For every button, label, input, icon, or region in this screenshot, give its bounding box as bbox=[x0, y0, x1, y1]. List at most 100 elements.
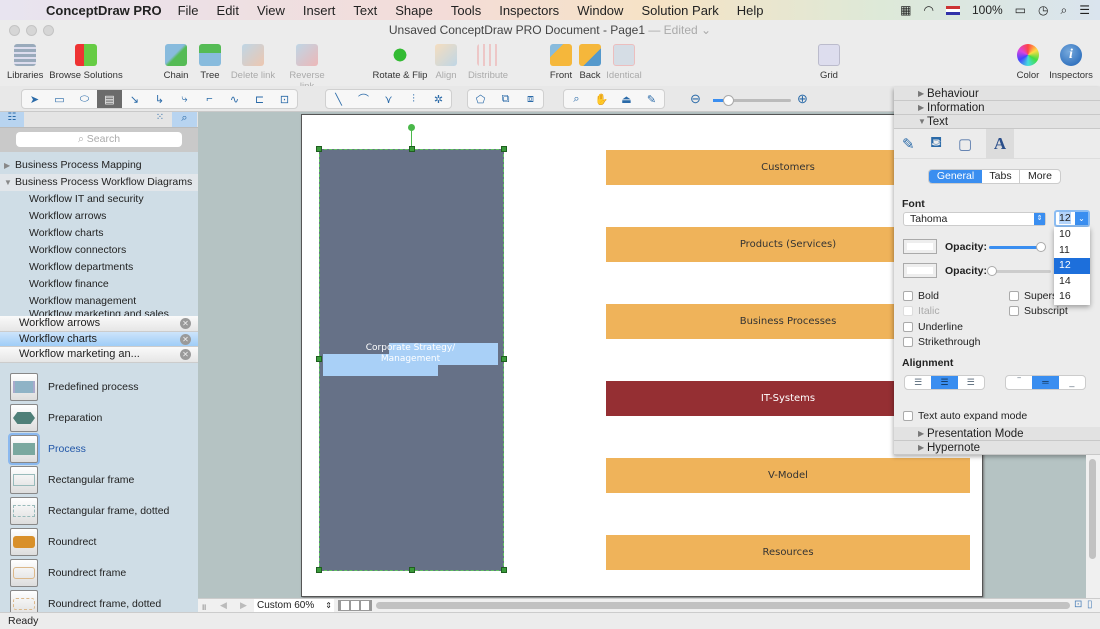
subscript-checkbox[interactable]: Subscript bbox=[1009, 305, 1068, 317]
actual-size-icon[interactable]: ▯ bbox=[1087, 599, 1093, 610]
close-library-icon[interactable]: ✕ bbox=[180, 349, 191, 360]
battery-icon[interactable]: ▭ bbox=[1015, 3, 1026, 17]
menu-help[interactable]: Help bbox=[737, 3, 764, 18]
text-style-icon[interactable]: A bbox=[986, 128, 1014, 159]
font-family-select[interactable]: Tahoma ⇕ bbox=[903, 212, 1046, 226]
resize-handle-e[interactable] bbox=[501, 356, 507, 362]
open-library-workflow-charts[interactable]: Workflow charts ✕ bbox=[0, 331, 198, 347]
clock-icon[interactable]: ◷ bbox=[1038, 3, 1048, 17]
wifi-icon[interactable]: ◠ bbox=[923, 3, 933, 17]
close-library-icon[interactable]: ✕ bbox=[180, 333, 191, 345]
tree-item-workflow-charts[interactable]: Workflow charts bbox=[0, 225, 198, 242]
prev-page-icon[interactable]: ◀ bbox=[220, 600, 227, 611]
page-view-buttons[interactable] bbox=[338, 600, 372, 611]
shape-predefined-process[interactable]: Predefined process bbox=[0, 372, 198, 403]
hand-tool-icon[interactable]: ✋ bbox=[589, 90, 614, 108]
align-middle-icon[interactable]: ═ bbox=[1032, 376, 1059, 389]
stepper-icon[interactable]: ⇕ bbox=[325, 599, 332, 612]
section-text[interactable]: ▼ Text bbox=[894, 115, 1100, 129]
collapse-arrow-icon[interactable]: ▼ bbox=[4, 174, 12, 191]
align-bottom-icon[interactable]: _ bbox=[1059, 376, 1085, 389]
distribute-button[interactable]: Distribute bbox=[466, 44, 510, 81]
browse-solutions-button[interactable]: Browse Solutions bbox=[48, 44, 124, 81]
underline-checkbox[interactable]: Underline bbox=[903, 321, 963, 333]
chevron-down-icon[interactable]: ⌄ bbox=[701, 23, 711, 37]
align-center-icon[interactable]: ☰ bbox=[931, 376, 958, 389]
background-opacity-slider[interactable] bbox=[987, 266, 1051, 276]
line-style-icon[interactable]: ✎ bbox=[902, 135, 924, 153]
align-left-icon[interactable]: ☰ bbox=[905, 376, 931, 389]
menu-edit[interactable]: Edit bbox=[217, 3, 239, 18]
superscript-checkbox[interactable]: Supers bbox=[1009, 290, 1057, 302]
section-hypernote[interactable]: ▶ Hypernote bbox=[894, 441, 1100, 455]
menu-solution-park[interactable]: Solution Park bbox=[641, 3, 718, 18]
library-search-input[interactable]: ⌕ Search bbox=[16, 132, 182, 147]
shape-rectangular-frame[interactable]: Rectangular frame bbox=[0, 465, 198, 496]
zoom-slider-knob[interactable] bbox=[723, 95, 734, 106]
menu-tools[interactable]: Tools bbox=[451, 3, 481, 18]
tree-view-icon[interactable]: ☷ bbox=[0, 112, 24, 127]
insert-shape-icon[interactable]: ⊡ bbox=[272, 90, 297, 108]
size-option-selected[interactable]: 12 bbox=[1054, 258, 1090, 274]
arc-connector-icon[interactable]: ↳ bbox=[147, 90, 172, 108]
menu-text[interactable]: Text bbox=[353, 3, 377, 18]
direct-connector-icon[interactable]: ↘ bbox=[122, 90, 147, 108]
chevron-down-icon[interactable]: ⌄ bbox=[1075, 212, 1088, 225]
rotation-handle[interactable] bbox=[408, 124, 415, 131]
close-library-icon[interactable]: ✕ bbox=[180, 318, 191, 329]
app-menu[interactable]: ConceptDraw PRO bbox=[46, 3, 162, 18]
color-button[interactable]: Color bbox=[1014, 44, 1042, 81]
zoom-slider[interactable] bbox=[713, 95, 791, 106]
strikethrough-checkbox[interactable]: Strikethrough bbox=[903, 336, 980, 348]
freehand-tool-icon[interactable]: ✲ bbox=[426, 90, 451, 108]
text-opacity-slider[interactable] bbox=[989, 242, 1046, 252]
zoom-in-icon[interactable]: ⊕ bbox=[797, 91, 808, 107]
fill-style-icon[interactable]: ⛾ bbox=[930, 134, 952, 153]
tree-item-workflow-connectors[interactable]: Workflow connectors bbox=[0, 242, 198, 259]
grid-button[interactable]: Grid bbox=[818, 44, 840, 81]
section-behaviour[interactable]: ▶ Behaviour bbox=[894, 87, 1100, 101]
front-button[interactable]: Front bbox=[548, 44, 574, 81]
app-grid-icon[interactable]: ▦ bbox=[900, 3, 911, 17]
smart-connector-icon[interactable]: ⤷ bbox=[172, 90, 197, 108]
menu-insert[interactable]: Insert bbox=[303, 3, 336, 18]
tree-item-workflow-management[interactable]: Workflow management bbox=[0, 293, 198, 310]
edit-points-icon[interactable]: ⬠ bbox=[468, 90, 493, 108]
arc-tool-icon[interactable]: ⌒ bbox=[351, 90, 376, 108]
expand-arrow-icon[interactable]: ▶ bbox=[4, 157, 10, 174]
identical-button[interactable]: Identical bbox=[606, 44, 642, 81]
tab-more[interactable]: More bbox=[1020, 170, 1060, 183]
zoom-out-icon[interactable]: ⊖ bbox=[690, 91, 701, 107]
menu-file[interactable]: File bbox=[178, 3, 199, 18]
search-toggle-icon[interactable]: ⌕ bbox=[172, 112, 197, 127]
spotlight-icon[interactable]: ⌕ bbox=[1061, 3, 1068, 18]
resize-handle-nw[interactable] bbox=[316, 146, 322, 152]
text-auto-expand-checkbox[interactable]: Text auto expand mode bbox=[903, 410, 1027, 422]
shape-preparation[interactable]: Preparation bbox=[0, 403, 198, 434]
align-right-icon[interactable]: ☰ bbox=[958, 376, 984, 389]
tab-tabs[interactable]: Tabs bbox=[982, 170, 1020, 183]
italic-checkbox[interactable]: Italic bbox=[903, 305, 940, 317]
size-option[interactable]: 10 bbox=[1054, 227, 1090, 243]
horizontal-scrollbar[interactable] bbox=[376, 602, 1070, 609]
font-size-combo[interactable]: 12 ⌄ bbox=[1054, 210, 1090, 227]
list-icon[interactable]: ☰ bbox=[1079, 3, 1090, 17]
stamp-tool-icon[interactable]: ⏏ bbox=[614, 90, 639, 108]
tree-item-workflow-departments[interactable]: Workflow departments bbox=[0, 259, 198, 276]
shape-text-editor[interactable]: Corporate Strategy/ Management bbox=[323, 343, 498, 365]
bold-checkbox[interactable]: Bold bbox=[903, 290, 939, 302]
tree-item-workflow-finance[interactable]: Workflow finance bbox=[0, 276, 198, 293]
libraries-button[interactable]: Libraries bbox=[7, 44, 43, 81]
align-button[interactable]: Align bbox=[434, 44, 458, 81]
grid-view-icon[interactable]: ⁙ bbox=[150, 112, 170, 127]
line-tool-icon[interactable]: ╲ bbox=[326, 90, 351, 108]
menu-view[interactable]: View bbox=[257, 3, 285, 18]
zoom-window-button[interactable] bbox=[43, 25, 54, 36]
text-tool-icon[interactable]: ▤ bbox=[97, 90, 122, 108]
resize-handle-ne[interactable] bbox=[501, 146, 507, 152]
tab-general[interactable]: General bbox=[929, 170, 982, 183]
group-icon[interactable]: ⧈ bbox=[518, 90, 543, 108]
minimize-window-button[interactable] bbox=[26, 25, 37, 36]
section-presentation-mode[interactable]: ▶ Presentation Mode bbox=[894, 427, 1100, 441]
connector-options-icon[interactable]: ⊏ bbox=[247, 90, 272, 108]
